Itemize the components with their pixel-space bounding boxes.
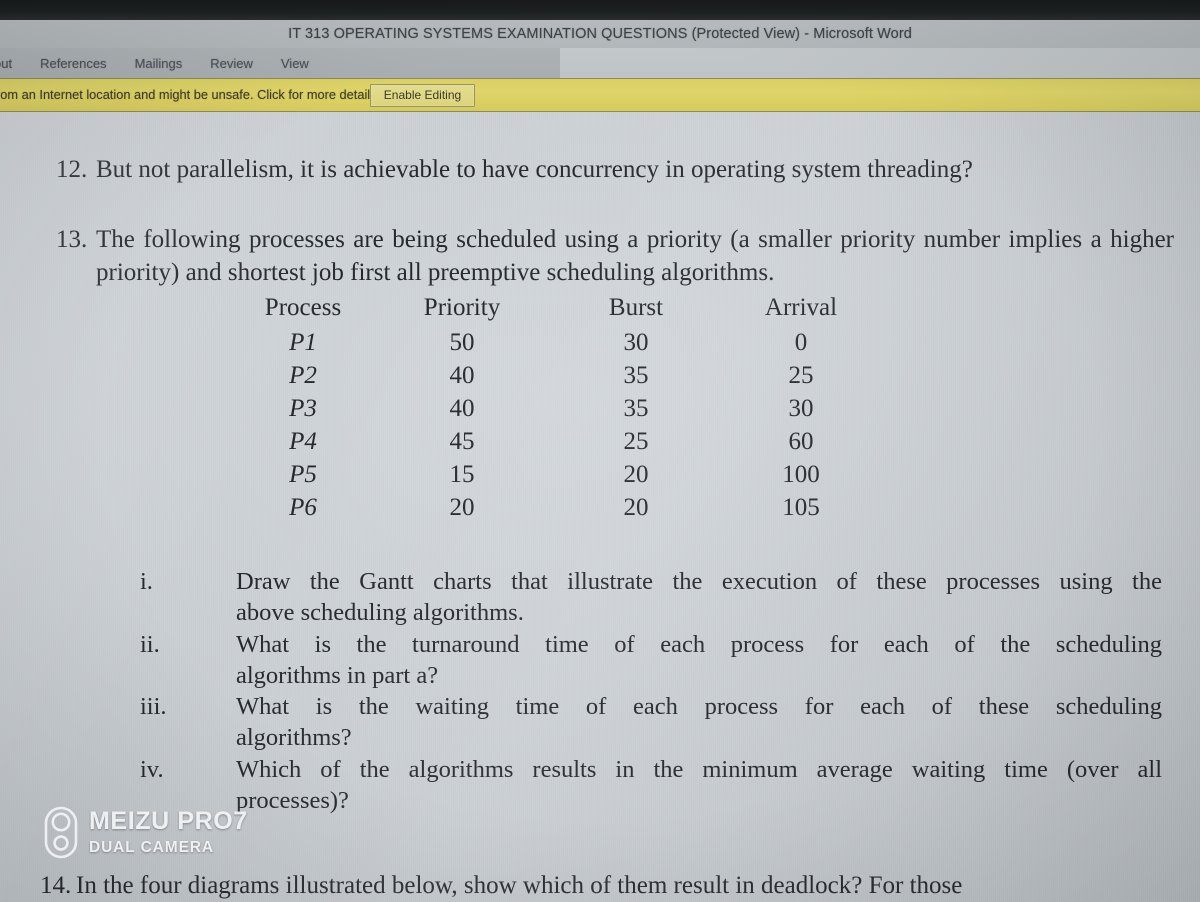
question-12-text: But not parallelism, it is achievable to… [96, 156, 973, 183]
subitem-iii-marker: iii. [140, 693, 167, 721]
subitem-iv-line2: processes)? [236, 787, 349, 815]
ribbon-tab-strip-right [560, 48, 1200, 78]
subitem-iv-text: Which of the algorithms results in the m… [236, 755, 1162, 817]
column-header-burst: Burst [608, 294, 664, 321]
subitem-iv-line1: Which of the algorithms results in the m… [236, 756, 1162, 784]
watermark-brand: MEIZU PRO7 [89, 807, 248, 836]
cell-process: P5 [289, 460, 317, 488]
cell-arrival: 30 [788, 394, 814, 422]
subitem-i-line2: above scheduling algorithms. [236, 598, 524, 626]
watermark-text: MEIZU PRO7 DUAL CAMERA [89, 808, 248, 856]
ribbon-tabs: out References Mailings Review View [0, 48, 323, 78]
table-header-row: Process Priority Burst Arrival [228, 294, 876, 326]
tab-references[interactable]: References [26, 56, 120, 71]
cell-burst: 20 [623, 460, 649, 488]
cell-priority: 15 [449, 460, 475, 488]
dual-camera-icon [44, 806, 78, 859]
cell-burst: 20 [623, 493, 649, 521]
subitem-iv: iv. Which of the algorithms results in t… [140, 755, 1162, 817]
question-13: 13. The following processes are being sc… [56, 224, 1174, 289]
cell-priority: 45 [449, 427, 475, 455]
cell-process: P2 [289, 361, 317, 389]
subitem-i-marker: i. [140, 568, 153, 595]
subitem-i-line1: Draw the Gantt charts that illustrate th… [236, 568, 1162, 595]
subitem-iii-text: What is the waiting time of each process… [236, 692, 1162, 754]
subitem-i-text: Draw the Gantt charts that illustrate th… [236, 567, 1162, 629]
cell-burst: 35 [623, 361, 649, 389]
column-header-process: Process [264, 294, 342, 321]
protected-view-message: rom an Internet location and might be un… [0, 87, 381, 102]
column-header-priority: Priority [423, 294, 501, 321]
cell-process: P4 [289, 427, 317, 455]
window-title: IT 313 OPERATING SYSTEMS EXAMINATION QUE… [288, 26, 912, 42]
cell-priority: 20 [449, 493, 475, 521]
watermark-subtitle: DUAL CAMERA [89, 838, 214, 856]
subitem-ii-marker: ii. [140, 630, 160, 658]
photographed-screen: IT 313 OPERATING SYSTEMS EXAMINATION QUE… [0, 0, 1200, 902]
subitem-ii-line2: algorithms in part a? [236, 661, 439, 689]
cell-arrival: 60 [788, 427, 814, 455]
subitem-iii-line1: What is the waiting time of each process… [236, 693, 1162, 721]
cell-arrival: 0 [794, 328, 808, 356]
cell-burst: 25 [623, 427, 649, 455]
question-14-text: In the four diagrams illustrated below, … [76, 872, 963, 899]
subitem-ii: ii. What is the turnaround time of each … [140, 630, 1162, 692]
cell-process: P6 [289, 493, 317, 521]
question-12: 12. But not parallelism, it is achievabl… [56, 154, 1152, 187]
question-14: 14. In the four diagrams illustrated bel… [40, 870, 1190, 902]
cell-priority: 40 [449, 394, 475, 422]
tab-mailings[interactable]: Mailings [121, 56, 197, 71]
table-row: P2 40 35 25 [228, 359, 876, 392]
process-table: Process Priority Burst Arrival P1 50 30 … [228, 294, 876, 524]
cell-burst: 35 [623, 394, 649, 422]
subitem-iii-line2: algorithms? [236, 724, 352, 752]
cell-arrival: 100 [782, 460, 820, 488]
tab-view[interactable]: View [267, 56, 323, 71]
subitem-i: i. Draw the Gantt charts that illustrate… [140, 567, 1162, 629]
table-row: P6 20 20 105 [228, 491, 876, 524]
question-13-subitems: i. Draw the Gantt charts that illustrate… [140, 567, 1162, 818]
question-14-number: 14. [40, 872, 72, 899]
question-13-text: The following processes are being schedu… [96, 226, 1174, 286]
enable-editing-button[interactable]: Enable Editing [370, 84, 475, 107]
camera-watermark: MEIZU PRO7 DUAL CAMERA [44, 806, 248, 859]
tab-layout[interactable]: out [0, 56, 26, 71]
cell-arrival: 105 [782, 493, 820, 521]
table-row: P5 15 20 100 [228, 458, 876, 491]
table-row: P3 40 35 30 [228, 392, 876, 425]
question-12-number: 12. [56, 156, 88, 183]
table-row: P1 50 30 0 [228, 326, 876, 359]
tab-review[interactable]: Review [196, 56, 267, 71]
cell-priority: 40 [449, 361, 475, 389]
cell-burst: 30 [623, 328, 649, 356]
question-13-number: 13. [56, 226, 88, 253]
monitor-bezel-strip [0, 0, 1200, 20]
document-content: 12. But not parallelism, it is achievabl… [0, 112, 1200, 902]
subitem-ii-text: What is the turnaround time of each proc… [236, 630, 1162, 692]
cell-arrival: 25 [788, 361, 814, 389]
table-row: P4 45 25 60 [228, 425, 876, 458]
subitem-ii-line1: What is the turnaround time of each proc… [236, 630, 1162, 658]
subitem-iii: iii. What is the waiting time of each pr… [140, 692, 1162, 754]
cell-process: P1 [289, 328, 317, 356]
cell-process: P3 [289, 394, 317, 422]
cell-priority: 50 [449, 328, 475, 356]
column-header-arrival: Arrival [764, 294, 838, 321]
